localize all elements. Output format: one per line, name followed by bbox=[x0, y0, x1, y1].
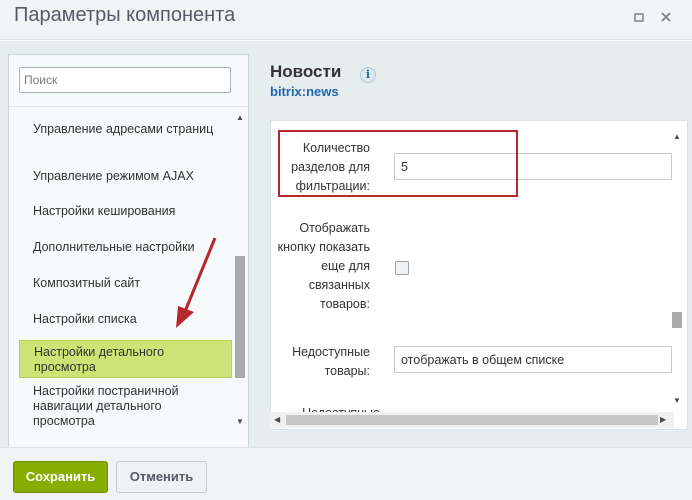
scroll-up-icon[interactable]: ▲ bbox=[236, 113, 244, 122]
sidebar-item-ajax[interactable]: Управление режимом AJAX bbox=[19, 169, 232, 184]
scroll-right-icon[interactable]: ▶ bbox=[660, 415, 666, 424]
form-scrollbar[interactable]: ▲ ▼ bbox=[670, 130, 684, 410]
search-input[interactable] bbox=[19, 67, 231, 93]
form-horizontal-scrollbar[interactable]: ◀ ▶ bbox=[270, 412, 674, 428]
dialog-footer: Сохранить Отменить bbox=[0, 447, 692, 500]
scroll-left-icon[interactable]: ◀ bbox=[274, 415, 280, 424]
clip: Недоступные bbox=[270, 396, 670, 412]
scroll-down-icon[interactable]: ▼ bbox=[673, 396, 681, 405]
scroll-down-icon[interactable]: ▼ bbox=[236, 417, 244, 426]
annotation-arrow-icon bbox=[176, 237, 217, 328]
field-label-unavailable-2: Недоступные bbox=[270, 404, 380, 412]
sidebar-item-detail[interactable]: Настройки детального просмотра bbox=[19, 340, 232, 378]
highlight-box bbox=[278, 130, 518, 197]
sidebar-item-detail-pager[interactable]: Настройки постраничной навигации детальн… bbox=[19, 384, 232, 429]
unavailable-products-select[interactable]: отображать в общем списке bbox=[394, 346, 672, 373]
close-icon[interactable] bbox=[660, 11, 672, 23]
maximize-icon[interactable] bbox=[633, 11, 645, 23]
scroll-up-icon[interactable]: ▲ bbox=[673, 132, 681, 141]
scrollbar-thumb[interactable] bbox=[235, 256, 245, 378]
window-title: Параметры компонента bbox=[14, 4, 236, 26]
field-label-unavailable: Недоступные товары: bbox=[292, 345, 370, 378]
sidebar-item-cache[interactable]: Настройки кеширования bbox=[19, 204, 232, 219]
cancel-button[interactable]: Отменить bbox=[116, 461, 207, 493]
sidebar-scrollbar[interactable]: ▲ ▼ bbox=[233, 111, 247, 469]
divider bbox=[9, 106, 248, 107]
save-button[interactable]: Сохранить bbox=[13, 461, 108, 493]
info-icon[interactable]: i bbox=[360, 67, 376, 83]
show-more-checkbox[interactable] bbox=[395, 261, 409, 275]
scrollbar-thumb[interactable] bbox=[286, 415, 658, 425]
field-label-show-more: Отображать кнопку показать еще для связа… bbox=[277, 221, 370, 311]
component-code: bitrix:news bbox=[270, 84, 339, 99]
component-name: Новости bbox=[270, 62, 342, 81]
title-bar: Параметры компонента bbox=[0, 0, 692, 40]
sidebar-item-url-management[interactable]: Управление адресами страниц bbox=[19, 122, 232, 137]
scrollbar-thumb[interactable] bbox=[672, 312, 682, 328]
